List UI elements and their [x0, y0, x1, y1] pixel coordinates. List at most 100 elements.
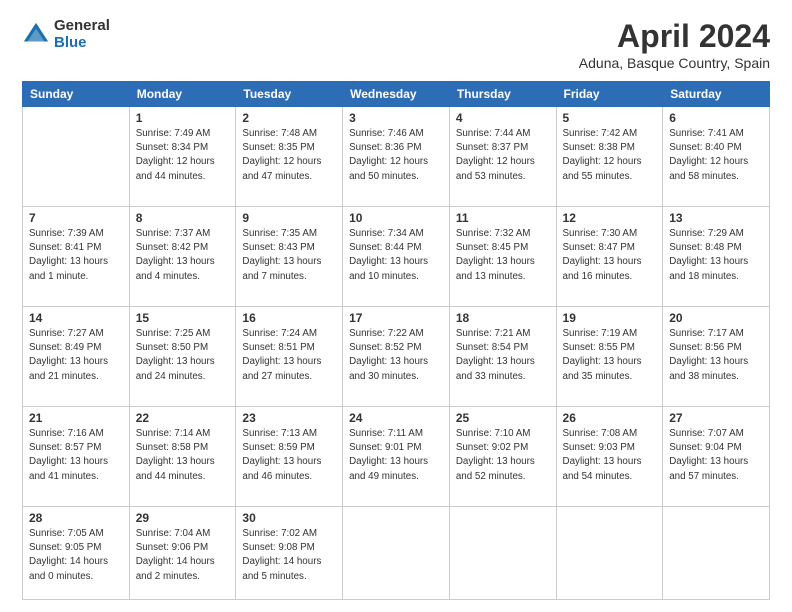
calendar-cell — [23, 107, 130, 207]
day-info: Sunrise: 7:04 AM Sunset: 9:06 PM Dayligh… — [136, 527, 230, 584]
calendar-header-wednesday: Wednesday — [343, 82, 450, 107]
calendar-cell: 29 Sunrise: 7:04 AM Sunset: 9:06 PM Dayli… — [129, 507, 236, 600]
calendar-cell: 14 Sunrise: 7:27 AM Sunset: 8:49 PM Dayli… — [23, 307, 130, 407]
day-info: Sunrise: 7:35 AM Sunset: 8:43 PM Dayligh… — [242, 227, 336, 284]
day-info: Sunrise: 7:37 AM Sunset: 8:42 PM Dayligh… — [136, 227, 230, 284]
page: General Blue April 2024 Aduna, Basque Co… — [0, 0, 792, 612]
calendar-cell: 9Sunrise: 7:35 AM Sunset: 8:43 PM Daylig… — [236, 207, 343, 307]
day-number: 12 — [563, 211, 657, 225]
day-info: Sunrise: 7:46 AM Sunset: 8:36 PM Dayligh… — [349, 127, 443, 184]
day-info: Sunrise: 7:49 AM Sunset: 8:34 PM Dayligh… — [136, 127, 230, 184]
calendar-table: SundayMondayTuesdayWednesdayThursdayFrid… — [22, 81, 770, 600]
day-number: 3 — [349, 111, 443, 125]
day-info: Sunrise: 7:48 AM Sunset: 8:35 PM Dayligh… — [242, 127, 336, 184]
calendar-cell: 20 Sunrise: 7:17 AM Sunset: 8:56 PM Dayli… — [663, 307, 770, 407]
header: General Blue April 2024 Aduna, Basque Co… — [22, 18, 770, 71]
day-number: 8 — [136, 211, 230, 225]
calendar-cell: 11 Sunrise: 7:32 AM Sunset: 8:45 PM Dayli… — [449, 207, 556, 307]
day-number: 7 — [29, 211, 123, 225]
day-number: 25 — [456, 411, 550, 425]
calendar-cell: 8 Sunrise: 7:37 AM Sunset: 8:42 PM Daylig… — [129, 207, 236, 307]
calendar-header-friday: Friday — [556, 82, 663, 107]
calendar-header-tuesday: Tuesday — [236, 82, 343, 107]
day-number: 20 — [669, 311, 763, 325]
calendar-cell: 23Sunrise: 7:13 AM Sunset: 8:59 PM Dayli… — [236, 407, 343, 507]
calendar-cell: 3 Sunrise: 7:46 AM Sunset: 8:36 PM Daylig… — [343, 107, 450, 207]
calendar-week-3: 14 Sunrise: 7:27 AM Sunset: 8:49 PM Dayli… — [23, 307, 770, 407]
day-info: Sunrise: 7:25 AM Sunset: 8:50 PM Dayligh… — [136, 327, 230, 384]
day-number: 14 — [29, 311, 123, 325]
day-info: Sunrise: 7:02 AM Sunset: 9:08 PM Dayligh… — [242, 527, 336, 584]
day-info: Sunrise: 7:29 AM Sunset: 8:48 PM Dayligh… — [669, 227, 763, 284]
day-number: 29 — [136, 511, 230, 525]
calendar-cell: 17 Sunrise: 7:22 AM Sunset: 8:52 PM Dayli… — [343, 307, 450, 407]
calendar-cell: 28 Sunrise: 7:05 AM Sunset: 9:05 PM Dayli… — [23, 507, 130, 600]
title-location: Aduna, Basque Country, Spain — [579, 55, 770, 71]
day-info: Sunrise: 7:17 AM Sunset: 8:56 PM Dayligh… — [669, 327, 763, 384]
calendar-cell: 10Sunrise: 7:34 AM Sunset: 8:44 PM Dayli… — [343, 207, 450, 307]
logo-text: General Blue — [54, 18, 110, 51]
calendar-cell: 16 Sunrise: 7:24 AM Sunset: 8:51 PM Dayli… — [236, 307, 343, 407]
calendar-cell: 13 Sunrise: 7:29 AM Sunset: 8:48 PM Dayli… — [663, 207, 770, 307]
calendar-cell: 2 Sunrise: 7:48 AM Sunset: 8:35 PM Daylig… — [236, 107, 343, 207]
calendar-header-row: SundayMondayTuesdayWednesdayThursdayFrid… — [23, 82, 770, 107]
day-info: Sunrise: 7:11 AM Sunset: 9:01 PM Dayligh… — [349, 427, 443, 484]
day-number: 2 — [242, 111, 336, 125]
calendar-week-1: 1Sunrise: 7:49 AM Sunset: 8:34 PM Daylig… — [23, 107, 770, 207]
day-info: Sunrise: 7:30 AM Sunset: 8:47 PM Dayligh… — [563, 227, 657, 284]
day-number: 5 — [563, 111, 657, 125]
calendar-header-saturday: Saturday — [663, 82, 770, 107]
calendar-cell: 25Sunrise: 7:10 AM Sunset: 9:02 PM Dayli… — [449, 407, 556, 507]
day-number: 11 — [456, 211, 550, 225]
day-number: 15 — [136, 311, 230, 325]
day-number: 27 — [669, 411, 763, 425]
day-number: 10 — [349, 211, 443, 225]
title-month: April 2024 — [579, 18, 770, 55]
day-number: 30 — [242, 511, 336, 525]
calendar-cell: 5 Sunrise: 7:42 AM Sunset: 8:38 PM Daylig… — [556, 107, 663, 207]
day-info: Sunrise: 7:16 AM Sunset: 8:57 PM Dayligh… — [29, 427, 123, 484]
day-number: 17 — [349, 311, 443, 325]
day-number: 6 — [669, 111, 763, 125]
calendar-week-4: 21Sunrise: 7:16 AM Sunset: 8:57 PM Dayli… — [23, 407, 770, 507]
calendar-cell: 12 Sunrise: 7:30 AM Sunset: 8:47 PM Dayli… — [556, 207, 663, 307]
title-block: April 2024 Aduna, Basque Country, Spain — [579, 18, 770, 71]
calendar-cell: 21Sunrise: 7:16 AM Sunset: 8:57 PM Dayli… — [23, 407, 130, 507]
calendar-cell: 30 Sunrise: 7:02 AM Sunset: 9:08 PM Dayli… — [236, 507, 343, 600]
calendar-cell: 15 Sunrise: 7:25 AM Sunset: 8:50 PM Dayli… — [129, 307, 236, 407]
calendar-cell: 26Sunrise: 7:08 AM Sunset: 9:03 PM Dayli… — [556, 407, 663, 507]
day-info: Sunrise: 7:24 AM Sunset: 8:51 PM Dayligh… — [242, 327, 336, 384]
day-info: Sunrise: 7:42 AM Sunset: 8:38 PM Dayligh… — [563, 127, 657, 184]
calendar-cell: 19Sunrise: 7:19 AM Sunset: 8:55 PM Dayli… — [556, 307, 663, 407]
day-number: 26 — [563, 411, 657, 425]
day-number: 4 — [456, 111, 550, 125]
day-info: Sunrise: 7:32 AM Sunset: 8:45 PM Dayligh… — [456, 227, 550, 284]
calendar-cell — [343, 507, 450, 600]
day-info: Sunrise: 7:22 AM Sunset: 8:52 PM Dayligh… — [349, 327, 443, 384]
logo-icon — [22, 21, 50, 49]
day-info: Sunrise: 7:41 AM Sunset: 8:40 PM Dayligh… — [669, 127, 763, 184]
calendar-header-monday: Monday — [129, 82, 236, 107]
day-info: Sunrise: 7:27 AM Sunset: 8:49 PM Dayligh… — [29, 327, 123, 384]
day-number: 24 — [349, 411, 443, 425]
calendar-cell — [449, 507, 556, 600]
calendar-cell: 7Sunrise: 7:39 AM Sunset: 8:41 PM Daylig… — [23, 207, 130, 307]
day-info: Sunrise: 7:21 AM Sunset: 8:54 PM Dayligh… — [456, 327, 550, 384]
calendar-cell: 4 Sunrise: 7:44 AM Sunset: 8:37 PM Daylig… — [449, 107, 556, 207]
day-number: 18 — [456, 311, 550, 325]
day-info: Sunrise: 7:13 AM Sunset: 8:59 PM Dayligh… — [242, 427, 336, 484]
day-number: 13 — [669, 211, 763, 225]
calendar-cell: 18 Sunrise: 7:21 AM Sunset: 8:54 PM Dayli… — [449, 307, 556, 407]
calendar-cell — [663, 507, 770, 600]
calendar-cell: 6 Sunrise: 7:41 AM Sunset: 8:40 PM Daylig… — [663, 107, 770, 207]
calendar-header-sunday: Sunday — [23, 82, 130, 107]
day-info: Sunrise: 7:19 AM Sunset: 8:55 PM Dayligh… — [563, 327, 657, 384]
logo-general-text: General — [54, 18, 110, 35]
calendar-cell: 1Sunrise: 7:49 AM Sunset: 8:34 PM Daylig… — [129, 107, 236, 207]
day-info: Sunrise: 7:05 AM Sunset: 9:05 PM Dayligh… — [29, 527, 123, 584]
day-number: 16 — [242, 311, 336, 325]
day-info: Sunrise: 7:44 AM Sunset: 8:37 PM Dayligh… — [456, 127, 550, 184]
day-number: 22 — [136, 411, 230, 425]
calendar-cell: 24 Sunrise: 7:11 AM Sunset: 9:01 PM Dayli… — [343, 407, 450, 507]
day-number: 28 — [29, 511, 123, 525]
